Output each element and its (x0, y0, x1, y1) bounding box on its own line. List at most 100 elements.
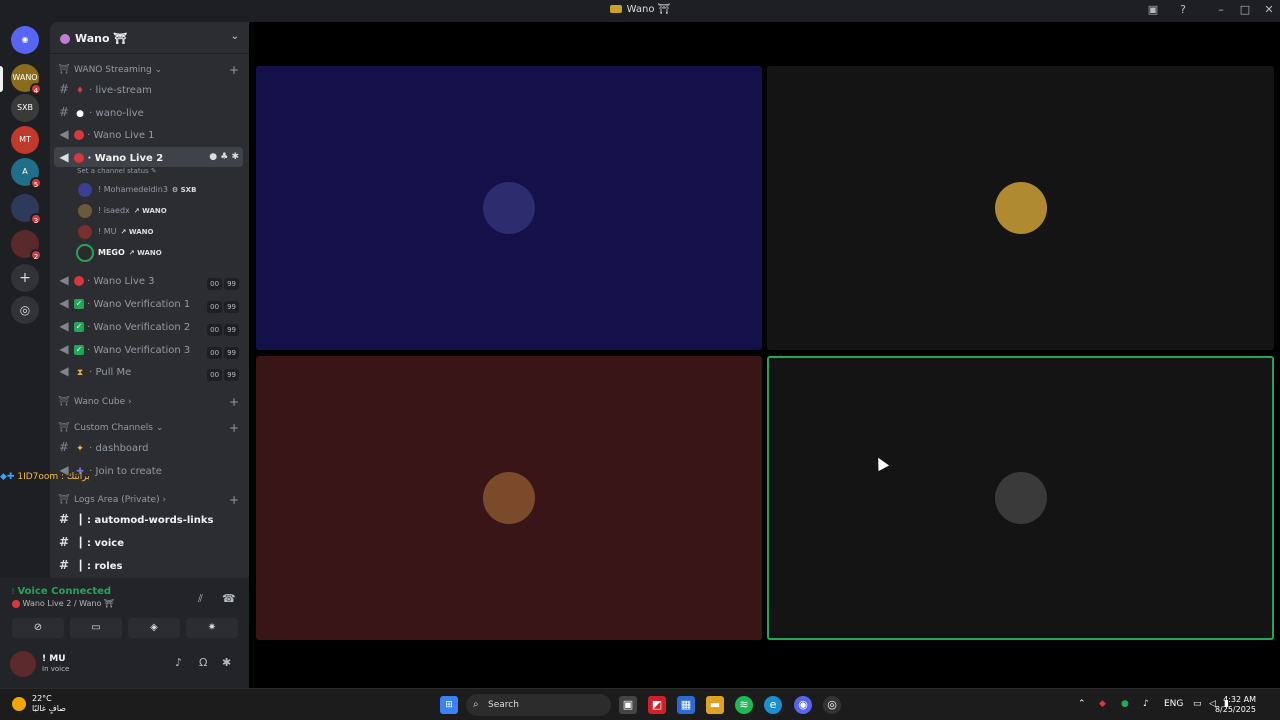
task-view-icon[interactable]: ▣ (619, 696, 637, 714)
hourglass-icon: ⧗ (76, 368, 84, 378)
voice-member-speaking[interactable]: MEGO ↗ WANO (78, 244, 162, 262)
chrome-icon[interactable]: ◎ (823, 696, 841, 714)
participant-tile-speaking[interactable] (767, 356, 1274, 640)
microphone-icon[interactable]: ♪ (1143, 699, 1149, 709)
discover-button[interactable]: ◎ (11, 296, 39, 324)
channel-pull-me[interactable]: ◀ ⧗ · Pull Me 00 99 (54, 361, 243, 381)
minimize-button[interactable]: – (1212, 3, 1230, 16)
add-channel-icon[interactable]: + (229, 60, 239, 80)
participant-tile[interactable] (767, 66, 1274, 350)
channel-wano-live-2[interactable]: ◀ · Wano Live 2 ● ♣ ✱ (54, 147, 243, 167)
amd-app-icon[interactable]: ◩ (648, 696, 666, 714)
discord-home-icon[interactable]: ◉ (11, 26, 39, 54)
voice-member[interactable]: ! Mohamedeldin3 ⚙ SXB (78, 181, 196, 199)
add-channel-icon[interactable]: + (229, 490, 239, 510)
channel-status-prompt[interactable]: Set a channel status ✎ (77, 167, 157, 175)
weather-icon (12, 697, 26, 711)
server-sxb[interactable]: SXB (11, 94, 39, 122)
server-folder-1[interactable]: 3 (11, 194, 42, 225)
channel-wano-live-3[interactable]: ◀ · Wano Live 3 00 99 (54, 270, 243, 290)
file-explorer-icon[interactable]: ▬ (706, 696, 724, 714)
server-header[interactable]: Wano ⛩ ⌄ (50, 22, 249, 54)
taskbar: 22°C صافٍ غالبًا ⊞ ⌕ Search ▣ ◩ ▦ ▬ ≋ e ◉ … (0, 688, 1280, 720)
avatar (78, 245, 92, 260)
channel-roles[interactable]: # ┃ : roles (54, 555, 243, 575)
channel-tools: ● ♣ ✱ (209, 147, 239, 167)
participant-tile[interactable] (256, 66, 762, 350)
voice-member[interactable]: ! MU ↗ WANO (78, 223, 153, 241)
tray-app-icon[interactable]: ◆ (1099, 699, 1106, 709)
category-wano-streaming[interactable]: ⛩ WANO Streaming ⌄ + (54, 60, 243, 80)
soundboard-button[interactable]: ✷ (186, 618, 238, 638)
taskbar-search[interactable]: ⌕ Search (466, 694, 611, 716)
channel-dashboard[interactable]: # ✦ · dashboard (54, 437, 243, 457)
close-button[interactable]: ✕ (1260, 3, 1278, 16)
category-custom-channels[interactable]: ⛩ Custom Channels ⌄ + (54, 418, 243, 438)
red-circle-icon (74, 276, 84, 286)
channel-wano-live-1[interactable]: ◀ · Wano Live 1 (54, 124, 243, 144)
participant-avatar (483, 472, 535, 524)
category-wano-cube[interactable]: ⛩ Wano Cube › + (54, 392, 243, 412)
start-button[interactable]: ⊞ (440, 696, 458, 714)
language-indicator[interactable]: ENG (1164, 699, 1183, 709)
server-wano[interactable]: WANO 4 (11, 64, 42, 95)
maximize-button[interactable]: □ (1236, 3, 1254, 16)
gear-icon[interactable]: ✱ (231, 152, 239, 162)
category-logs-area[interactable]: ⛩ Logs Area (Private) › + (54, 490, 243, 510)
username: ! MU (42, 654, 66, 664)
discord-icon[interactable]: ◉ (794, 696, 812, 714)
inbox-icon[interactable]: ▣ (1144, 3, 1162, 16)
activities-button[interactable]: ◈ (128, 618, 180, 638)
avatar (78, 203, 92, 218)
hash-icon: # (58, 440, 70, 454)
server-icon (609, 5, 622, 13)
add-channel-icon[interactable]: + (229, 418, 239, 438)
microphone-icon[interactable]: ♪ (175, 656, 182, 669)
check-icon: ✓ (74, 299, 84, 309)
invite-icon[interactable]: ♣ (220, 152, 228, 162)
disconnect-icon[interactable]: ☎ (222, 592, 236, 605)
member-tag: ↗ WANO (120, 228, 154, 236)
noise-suppression-icon[interactable]: ⫽ (198, 592, 203, 606)
spotify-icon[interactable]: ≋ (735, 696, 753, 714)
participant-avatar (994, 182, 1047, 234)
tray-overflow-icon[interactable]: ⌃ (1078, 699, 1086, 709)
channel-wano-live[interactable]: # ● · wano-live (54, 102, 243, 122)
channel-wano-verification-3[interactable]: ◀ ✓ · Wano Verification 3 00 99 (54, 339, 243, 359)
channel-automod-words-links[interactable]: # ┃ : automod-words-links (54, 509, 243, 529)
overlay-label: ◆✚ 1ID7oom : برانتك (0, 472, 90, 482)
channel-live-stream[interactable]: # ♦ · live-stream (54, 79, 243, 99)
tray-app-icon[interactable]: ● (1121, 699, 1129, 709)
weather-widget[interactable]: 22°C صافٍ غالبًا (12, 694, 66, 714)
speech-bubble-icon: ● (76, 109, 84, 119)
participant-tile[interactable] (256, 356, 762, 640)
voice-member[interactable]: ! isaedx ↗ WANO (78, 202, 167, 220)
add-channel-icon[interactable]: + (229, 392, 239, 412)
edge-icon[interactable]: e (764, 696, 782, 714)
chat-icon[interactable]: ● (209, 152, 217, 162)
channel-wano-verification-1[interactable]: ◀ ✓ · Wano Verification 1 00 99 (54, 293, 243, 313)
server-mt[interactable]: MT (11, 126, 39, 154)
server-folder-2[interactable]: 2 (11, 230, 42, 261)
clock[interactable]: 4:32 AM 8/25/2025 (1215, 695, 1256, 715)
add-server-button[interactable]: + (11, 264, 39, 292)
gear-icon[interactable]: ✱ (222, 656, 231, 669)
help-icon[interactable]: ? (1174, 3, 1192, 16)
headphones-icon[interactable]: Ω (199, 656, 207, 669)
camera-off-button[interactable]: ⊘ (12, 618, 64, 638)
store-icon[interactable]: ▦ (677, 696, 695, 714)
mention-badge: 3 (30, 213, 42, 225)
screen-share-button[interactable]: ▭ (70, 618, 122, 638)
mention-badge: 2 (30, 249, 42, 261)
avatar[interactable] (10, 651, 36, 677)
server-4[interactable]: A5 (11, 158, 42, 189)
voice-channel-name[interactable]: Wano Live 2 / Wano ⛩ (12, 599, 114, 608)
member-tag: ↗ WANO (133, 207, 167, 215)
network-icon[interactable]: ▭ (1193, 699, 1202, 709)
category-icon: ⛩ (58, 423, 70, 433)
channel-wano-verification-2[interactable]: ◀ ✓ · Wano Verification 2 00 99 (54, 316, 243, 336)
hash-icon: # (58, 558, 70, 572)
hash-icon: # (58, 105, 70, 119)
channel-voice[interactable]: # ┃ : voice (54, 532, 243, 552)
member-tag: ↗ WANO (128, 249, 162, 257)
